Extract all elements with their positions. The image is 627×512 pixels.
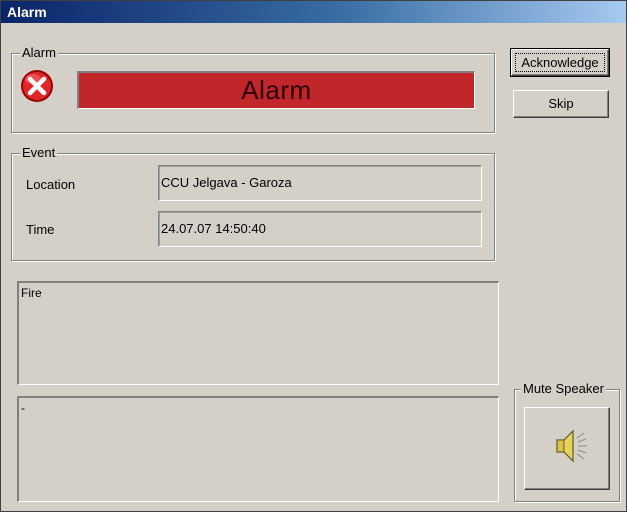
location-field: CCU Jelgava - Garoza — [158, 165, 482, 201]
title-bar[interactable]: Alarm — [1, 1, 626, 23]
mute-speaker-button[interactable] — [524, 407, 610, 490]
mute-speaker-groupbox: Mute Speaker — [514, 381, 620, 502]
alarm-secondary-area: - — [17, 396, 499, 502]
skip-button-label: Skip — [548, 96, 574, 111]
window-title: Alarm — [7, 4, 47, 20]
error-x-icon — [21, 70, 53, 102]
alarm-banner: Alarm — [77, 71, 475, 109]
alarm-window: Alarm Alarm Alarm Event Location CCU Jel… — [0, 0, 627, 512]
acknowledge-button[interactable]: Acknowledge — [510, 48, 610, 77]
mute-speaker-legend: Mute Speaker — [521, 381, 606, 397]
skip-button[interactable]: Skip — [513, 90, 609, 118]
event-group-legend: Event — [20, 145, 58, 161]
location-label: Location — [26, 177, 76, 192]
event-groupbox: Event Location CCU Jelgava - Garoza Time… — [11, 145, 495, 261]
alarm-group-legend: Alarm — [20, 45, 58, 61]
acknowledge-button-label: Acknowledge — [521, 54, 599, 70]
alarm-description-area: Fire — [17, 281, 499, 385]
time-field: 24.07.07 14:50:40 — [158, 211, 482, 247]
time-label: Time — [26, 222, 55, 237]
alarm-groupbox: Alarm Alarm — [11, 45, 495, 133]
speaker-icon — [556, 429, 587, 463]
